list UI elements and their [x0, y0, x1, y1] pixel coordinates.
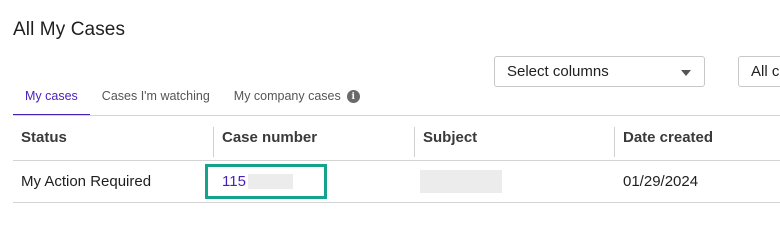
tab-label: Cases I'm watching	[101, 89, 210, 103]
tab-label: My cases	[25, 89, 78, 103]
tab-company-cases[interactable]: My company cases i	[222, 88, 372, 116]
table-header-row: Status Case number Subject Date created	[13, 116, 780, 161]
select-columns-dropdown[interactable]: Select columns	[494, 56, 705, 87]
case-filter-label: All c	[751, 63, 780, 80]
tab-label: My company cases	[233, 89, 341, 103]
page-title: All My Cases	[13, 19, 126, 40]
cell-date-created: 01/29/2024	[623, 173, 699, 190]
cell-status: My Action Required	[21, 173, 152, 190]
column-header-case-number[interactable]: Case number	[214, 116, 414, 160]
tab-my-cases[interactable]: My cases	[13, 88, 90, 116]
case-filter-dropdown[interactable]: All c	[738, 56, 780, 87]
column-header-status[interactable]: Status	[13, 116, 213, 160]
case-number-link[interactable]: 115	[222, 173, 246, 190]
column-header-date-created[interactable]: Date created	[615, 116, 780, 160]
cell-subject-redacted	[420, 170, 502, 193]
info-icon[interactable]: i	[346, 90, 360, 103]
cases-page: All My Cases Select columns All c My cas…	[0, 0, 780, 210]
redacted-block	[247, 173, 293, 189]
chevron-down-icon	[681, 70, 691, 76]
column-header-subject[interactable]: Subject	[415, 116, 614, 160]
table-row[interactable]: My Action Required 115 01/29/2024	[13, 161, 780, 203]
tab-cases-watching[interactable]: Cases I'm watching	[90, 88, 222, 116]
select-columns-label: Select columns	[507, 63, 609, 80]
cell-case-number: 115	[214, 161, 414, 202]
case-tabs: My cases Cases I'm watching My company c…	[13, 88, 372, 116]
